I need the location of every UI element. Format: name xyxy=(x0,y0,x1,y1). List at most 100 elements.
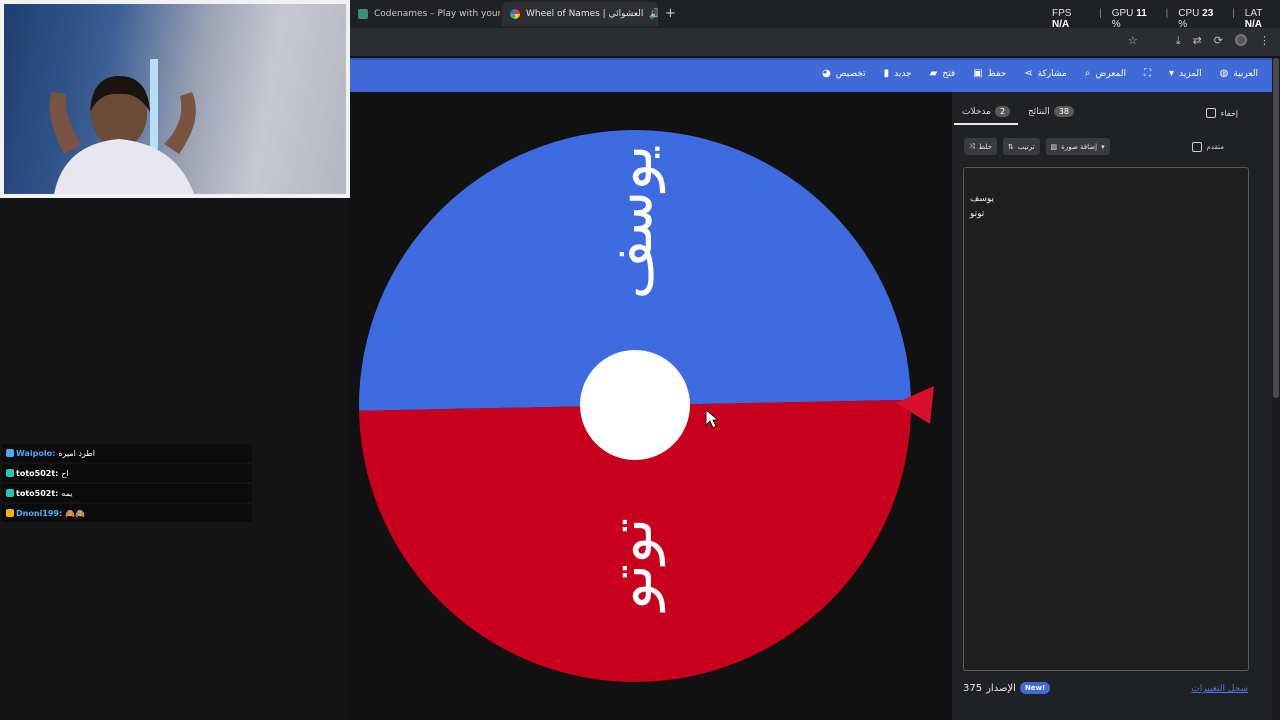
chat-username: Dnoni199: xyxy=(16,508,63,518)
add-image-label: إضافة صورة xyxy=(1061,142,1098,151)
shuffle-label: خلط xyxy=(978,142,992,151)
panel-tabs: مدخلات 2 النتائج 38 إخفاء xyxy=(952,92,1272,126)
save-icon: ▣ xyxy=(973,68,983,79)
version-info: 375 الإصدار New! xyxy=(963,682,1051,694)
tab-wheel-of-names[interactable]: Wheel of Names | العشوائي 🔊 ✕ xyxy=(502,2,658,26)
chat-message: Dnoni199: 🙈🙈 xyxy=(2,504,252,522)
gallery-label: المعرض xyxy=(1095,68,1126,79)
advanced-toggle[interactable]: متقدم xyxy=(1191,142,1224,152)
search-icon: ⌕ xyxy=(1084,68,1091,79)
more-label: المزيد xyxy=(1179,68,1202,79)
entries-controls: ⤨ خلط ⇅ ترتيب ▨ إضافة صورة ▾ xyxy=(964,138,1110,155)
chat-username: toto502t: xyxy=(16,468,59,478)
chat-text: 🙈🙈 xyxy=(65,508,86,518)
address-bar-icons: ☆ ⤓ ⇄ ⟳ ⋮ xyxy=(1128,34,1270,48)
entry-line: يوسف xyxy=(970,194,995,204)
shuffle-icon: ⤨ xyxy=(969,142,975,150)
share-button[interactable]: ⋖ مشاركة xyxy=(1024,68,1066,79)
scrollbar-thumb[interactable] xyxy=(1273,58,1279,398)
verified-badge-icon xyxy=(6,449,14,457)
crown-badge-icon xyxy=(6,509,14,517)
wheel[interactable]: يوسف توتو xyxy=(348,92,952,720)
tab-entries[interactable]: مدخلات 2 xyxy=(962,106,1011,117)
bookmark-star-icon[interactable]: ☆ xyxy=(1128,34,1138,48)
gpu-label: GPU xyxy=(1111,8,1134,19)
version-label: الإصدار xyxy=(986,682,1016,694)
shuffle-button[interactable]: ⤨ خلط xyxy=(964,138,997,155)
entries-panel: مدخلات 2 النتائج 38 إخفاء ⤨ خلط ⇅ ترتيب ▨ إ… xyxy=(952,92,1272,720)
wheel-label-top: يوسف xyxy=(597,145,666,300)
sort-label: ترتيب xyxy=(1017,142,1035,151)
chat-message: Waipolo: اطرد اميره xyxy=(2,444,252,462)
chat-message: toto502t: يمه xyxy=(2,484,252,502)
save-label: حفظ xyxy=(987,68,1007,79)
chat-username: Waipolo: xyxy=(16,448,56,458)
palette-icon: ◕ xyxy=(821,68,831,79)
tab-title: Wheel of Names | العشوائي xyxy=(526,9,644,19)
toolbar-menu: ◍ العربية ▾ المزيد ⛶ ⌕ المعرض ⋖ مشاركة ▣ حفظ … xyxy=(822,68,1258,79)
sort-icon: ⇅ xyxy=(1007,142,1014,151)
caret-down-icon: ▾ xyxy=(1168,68,1175,79)
translate-icon[interactable]: ⇄ xyxy=(1193,34,1202,48)
share-label: مشاركة xyxy=(1037,68,1067,79)
download-icon[interactable]: ⤓ xyxy=(1176,34,1181,48)
sub-badge-icon xyxy=(6,469,14,477)
image-icon: ▨ xyxy=(1050,142,1058,151)
advanced-checkbox[interactable] xyxy=(1191,142,1202,152)
add-image-button[interactable]: ▨ إضافة صورة ▾ xyxy=(1045,138,1110,155)
fullscreen-icon: ⛶ xyxy=(1143,68,1151,79)
wheel-label-bottom: توتو xyxy=(597,518,666,613)
speaker-icon[interactable]: 🔊 xyxy=(649,9,658,20)
chat-text: اطرد اميره xyxy=(58,448,95,458)
gpu-value: 11 xyxy=(1136,8,1147,19)
gallery-button[interactable]: ⌕ المعرض xyxy=(1085,68,1126,79)
chat-text: يمه xyxy=(61,488,73,498)
open-label: فتح xyxy=(942,68,956,79)
entries-textarea[interactable]: يوسف توتو xyxy=(963,167,1249,671)
cpu-value: 23 xyxy=(1202,8,1214,19)
wheel-area: يوسف توتو xyxy=(348,92,952,720)
entry-line: توتو xyxy=(970,209,985,219)
fps-label: FPS xyxy=(1052,8,1072,19)
changelog-link[interactable]: سجل التغييرات xyxy=(1191,684,1248,694)
entries-count-badge: 2 xyxy=(994,106,1011,117)
new-badge[interactable]: New! xyxy=(1019,682,1051,694)
tab-codenames[interactable]: Codenames – Play with your Fr ✕ xyxy=(350,2,500,26)
customize-button[interactable]: ◕ تخصيص xyxy=(822,68,866,79)
cpu-label: CPU xyxy=(1178,8,1200,19)
site-toolbar: ◍ العربية ▾ المزيد ⛶ ⌕ المعرض ⋖ مشاركة ▣ حفظ … xyxy=(348,58,1272,92)
webcam-overlay xyxy=(0,0,350,198)
sub-badge-icon xyxy=(6,489,14,497)
tab-results[interactable]: النتائج 38 xyxy=(1028,106,1074,117)
streamer-silhouette-icon xyxy=(49,59,196,194)
new-label: جديد xyxy=(894,68,912,79)
lat-label: LAT xyxy=(1244,8,1263,19)
sort-button[interactable]: ⇅ ترتيب xyxy=(1002,138,1040,155)
open-button[interactable]: ▰ فتح xyxy=(930,68,956,79)
new-tab-icon[interactable]: + xyxy=(665,6,676,21)
hide-label: إخفاء xyxy=(1220,108,1238,118)
fullscreen-button[interactable]: ⛶ xyxy=(1144,68,1151,79)
version-number: 375 xyxy=(963,682,983,694)
wheel-hub[interactable] xyxy=(580,350,690,460)
extension-icon[interactable]: ⟳ xyxy=(1214,34,1223,48)
hide-checkbox[interactable] xyxy=(1205,108,1216,118)
language-label: العربية xyxy=(1233,68,1258,79)
stream-chat: Waipolo: اطرد اميره toto502t: اح toto502… xyxy=(2,444,252,524)
profile-avatar-icon[interactable] xyxy=(1235,34,1247,46)
webcam-video xyxy=(4,4,346,194)
caret-down-icon: ▾ xyxy=(1101,142,1105,151)
entries-tab-label: مدخلات xyxy=(962,106,991,117)
menu-kebab-icon[interactable]: ⋮ xyxy=(1259,34,1270,48)
results-count-badge: 38 xyxy=(1053,106,1074,117)
page-scrollbar[interactable] xyxy=(1272,58,1280,720)
chat-username: toto502t: xyxy=(16,488,59,498)
new-button[interactable]: ▮ جديد xyxy=(884,68,912,79)
folder-icon: ▰ xyxy=(929,68,938,79)
active-tab-indicator xyxy=(954,123,1018,125)
save-button[interactable]: ▣ حفظ xyxy=(973,68,1006,79)
hide-toggle[interactable]: إخفاء xyxy=(1205,108,1238,118)
tab-title: Codenames – Play with your Fr xyxy=(374,9,500,19)
more-menu[interactable]: ▾ المزيد xyxy=(1169,68,1202,79)
language-menu[interactable]: ◍ العربية xyxy=(1220,68,1258,79)
